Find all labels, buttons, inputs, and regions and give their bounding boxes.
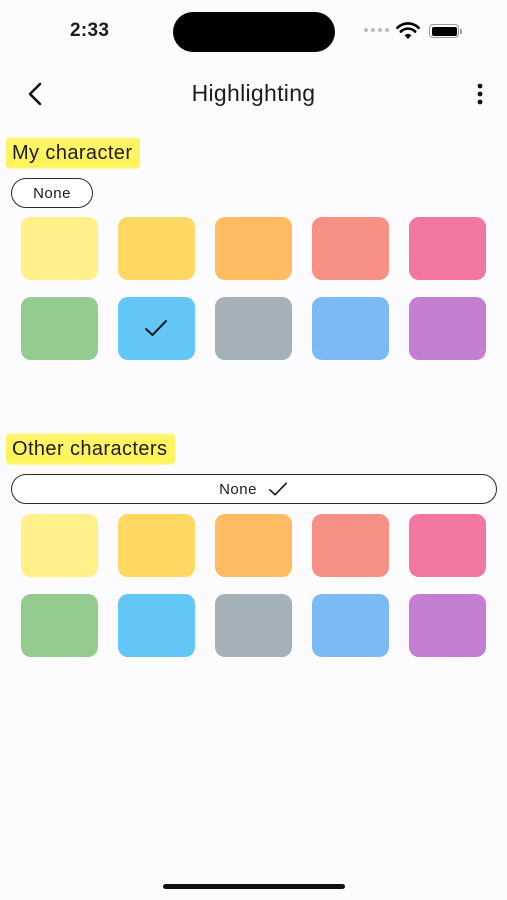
color-swatch[interactable] [21,217,98,280]
none-button-label: None [219,480,257,498]
navigation-bar: Highlighting [0,70,507,118]
color-swatch[interactable] [215,514,292,577]
other-characters-color-grid [21,514,487,657]
status-time: 2:33 [70,20,110,41]
color-swatch[interactable] [215,297,292,360]
color-swatch[interactable] [118,297,195,360]
battery-icon [429,24,462,38]
color-swatch[interactable] [312,297,389,360]
color-swatch[interactable] [21,594,98,657]
color-swatch[interactable] [312,217,389,280]
cellular-signal-icon [364,28,389,32]
color-swatch[interactable] [215,217,292,280]
color-swatch[interactable] [118,594,195,657]
color-swatch[interactable] [409,217,486,280]
section-label-my-character: My character [6,136,141,170]
my-character-color-grid [21,217,487,360]
color-swatch[interactable] [21,297,98,360]
section-label-other-characters: Other characters [6,432,176,466]
home-indicator [163,884,345,889]
color-swatch[interactable] [312,594,389,657]
color-swatch[interactable] [409,514,486,577]
checkmark-icon [145,320,167,336]
color-swatch[interactable] [21,514,98,577]
other-characters-none-button[interactable]: None [11,474,497,504]
color-swatch[interactable] [215,594,292,657]
page-title: Highlighting [191,80,316,106]
more-options-button[interactable] [470,81,490,107]
color-swatch[interactable] [409,297,486,360]
color-swatch[interactable] [409,594,486,657]
color-swatch[interactable] [118,217,195,280]
status-bar: 2:33 [0,0,507,62]
dynamic-island [173,12,335,52]
checkmark-icon [268,482,287,496]
my-character-none-button[interactable]: None [11,178,93,208]
color-swatch[interactable] [118,514,195,577]
none-button-label: None [33,184,71,202]
wifi-icon [396,22,420,39]
color-swatch[interactable] [312,514,389,577]
